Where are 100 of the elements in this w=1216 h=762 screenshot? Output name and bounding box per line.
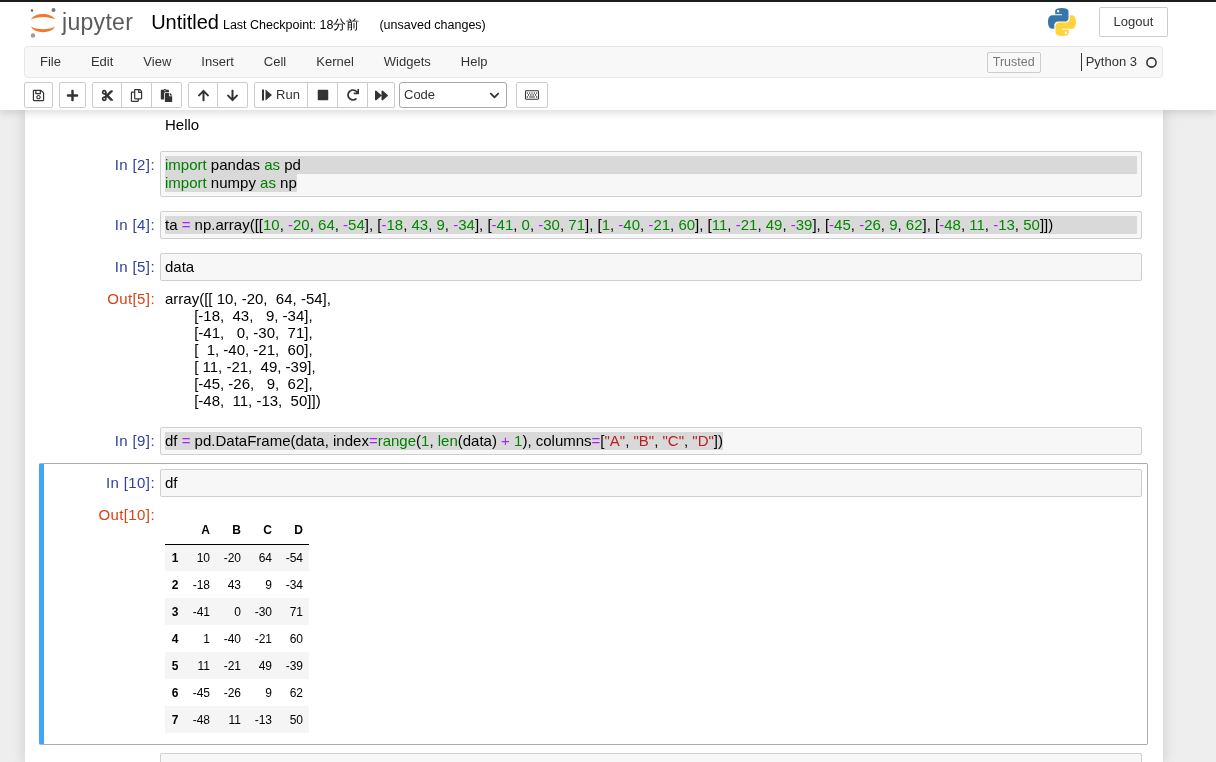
notebook-cell[interactable]: In [10]: df Out[10]: A B C D 1 10 -20 64 -54 2 -18 43 9 -34 3 -41 0 -30 71 4 1 -40 -21 60 5 11 -21 49 -39 6 -45 -26 9 62 7 -48 11 -13 50	[39, 463, 1148, 745]
table-cell: 11	[185, 652, 216, 679]
arrow-up-icon	[196, 88, 210, 102]
table-cell: -20	[216, 544, 247, 571]
notebook-cell[interactable]: In [2]: import pandas as pd import numpy as np	[39, 145, 1148, 203]
cut-button[interactable]	[92, 82, 122, 108]
notebook-cell[interactable]: In [9]: df = pd.DataFrame(data, index=range(1, len(data) + 1), columns=["A", "B", "C", "D"])	[39, 421, 1148, 461]
menu-item[interactable]: Insert	[186, 47, 249, 77]
row-index: 1	[165, 544, 185, 571]
table-cell: -30	[247, 598, 278, 625]
logo-text[interactable]: jupyter	[62, 9, 134, 35]
table-cell: -26	[216, 679, 247, 706]
row-index: 6	[165, 679, 185, 706]
table-cell: 0	[216, 598, 247, 625]
table-cell: -40	[216, 625, 247, 652]
table-cell: -18	[185, 571, 216, 598]
input-prompt: In [9]:	[114, 432, 155, 450]
logo-icon[interactable]	[28, 6, 58, 38]
code-input-field[interactable]: ta = np.array([[10, -20, 64, -54], [-18, 43, 9, -34], [-41, 0, -30, 71], [1, -40, -21, 60], [11, -21, 49, -39], [-45, -26, 9, 62], [-48, 11, -13, 50]])	[160, 211, 1142, 239]
output-text: array([[ 10, -20, 64, -54], [-18, 43, 9, -34], [-41, 0, -30, 71], [ 1, -40, -21, 60], [ 11, -21, 49, -39], [-45, -26, 9, 62], [-48, 11, -13, 50]])	[165, 290, 331, 409]
notebook-cell[interactable]: In [5]: data Out[5]: array([[ 10, -20, 64, -54], [-18, 43, 9, -34], [-41, 0, -30, 71], [ 1, -40, -21, 60], [ 11, -21, 49, -39], [-45, -26, 9, 62], [-48, 11, -13, 50]])	[39, 247, 1148, 419]
checkpoint-status: Last Checkpoint: 18分前	[222, 16, 360, 34]
input-prompt: In [10]:	[105, 474, 155, 492]
code-input-field[interactable]: df = pd.DataFrame(data, index=range(1, len(data) + 1), columns=["A", "B", "C", "D"])	[160, 427, 1142, 455]
table-cell: 10	[185, 544, 216, 571]
code-line: data	[165, 258, 195, 276]
row-index: 5	[165, 652, 185, 679]
menu-item[interactable]: Edit	[75, 47, 129, 77]
trusted-indicator[interactable]: Trusted	[986, 51, 1041, 73]
input-prompt: In [4]:	[114, 216, 155, 234]
row-index: 4	[165, 625, 185, 652]
save-button[interactable]	[24, 82, 53, 108]
row-index: 7	[165, 706, 185, 733]
menu-item[interactable]: Kernel	[301, 47, 369, 77]
code-input-field[interactable]: df	[160, 469, 1142, 497]
notebook-title[interactable]: Untitled	[151, 9, 219, 34]
notebook-cell[interactable]: Hello	[39, 110, 1148, 143]
output-prompt: Out[10]:	[98, 506, 155, 525]
table-cell: -34	[278, 571, 309, 598]
insert-cell-button[interactable]	[59, 82, 86, 108]
menu-item[interactable]: Widgets	[368, 47, 446, 77]
table-cell: -21	[247, 625, 278, 652]
table-cell: -41	[185, 598, 216, 625]
scissors-icon	[100, 88, 114, 102]
paste-button[interactable]	[151, 82, 182, 108]
row-index: 3	[165, 598, 185, 625]
table-cell: 9	[247, 571, 278, 598]
table-cell: -39	[278, 652, 309, 679]
run-button[interactable]: Run	[254, 82, 308, 108]
table-cell: -13	[247, 706, 278, 733]
plus-icon	[66, 88, 79, 102]
menu-item[interactable]: View	[128, 47, 187, 77]
row-index: 2	[165, 571, 185, 598]
code-input-field[interactable]	[160, 753, 1142, 762]
table-cell: -54	[278, 544, 309, 571]
menu-item[interactable]: Help	[445, 47, 503, 77]
table-cell: -48	[185, 706, 216, 733]
arrow-down-icon	[226, 88, 239, 102]
keyboard-button[interactable]	[516, 82, 548, 108]
cell-type-select[interactable]: Code	[399, 82, 507, 108]
copy-button[interactable]	[121, 82, 152, 108]
code-input-field[interactable]: import pandas as pd import numpy as np	[160, 151, 1142, 197]
table-cell: 11	[216, 706, 247, 733]
code-input-field[interactable]: data	[160, 253, 1142, 281]
table-cell: 60	[278, 625, 309, 652]
input-prompt: In [5]:	[114, 258, 155, 276]
table-cell: 9	[247, 679, 278, 706]
column-header: C	[247, 517, 278, 544]
move-up-button[interactable]	[188, 82, 218, 108]
kernel-name: Python 3	[1080, 53, 1137, 71]
table-cell: 43	[216, 571, 247, 598]
table-cell: 49	[247, 652, 278, 679]
notebook-cell[interactable]: In [4]: ta = np.array([[10, -20, 64, -54], [-18, 43, 9, -34], [-41, 0, -30, 71], [1, -40, -21, 60], [11, -21, 49, -39], [-45, -26, 9, 62], [-48, 11, -13, 50]])	[39, 205, 1148, 245]
logo-icon	[1048, 8, 1076, 36]
clipboard-icon	[160, 88, 173, 102]
fast-forward-icon	[374, 88, 388, 102]
menu-item[interactable]: File	[25, 47, 76, 77]
restart-button[interactable]	[337, 82, 368, 108]
menu-item[interactable]: Cell	[248, 47, 302, 77]
table-cell: 1	[185, 625, 216, 652]
copy-icon	[130, 88, 143, 102]
logout-button[interactable]: Logout	[1099, 7, 1168, 37]
code-line: df	[165, 474, 178, 492]
table-cell: -45	[185, 679, 216, 706]
output-prompt: Out[5]:	[107, 290, 155, 309]
move-down-button[interactable]	[217, 82, 248, 108]
input-prompt: In [2]:	[114, 156, 155, 174]
stop-button[interactable]	[307, 82, 338, 108]
column-header: B	[216, 517, 247, 544]
table-cell: 50	[278, 706, 309, 733]
column-header: A	[185, 517, 216, 544]
output-text: Hello	[165, 116, 200, 133]
step-forward-icon	[262, 89, 273, 101]
circular-arrow-icon	[346, 89, 359, 101]
table-cell: 64	[247, 544, 278, 571]
save-status: (unsaved changes)	[379, 16, 486, 34]
table-cell: 62	[278, 679, 309, 706]
keyboard-icon	[525, 88, 539, 102]
table-cell: -21	[216, 652, 247, 679]
run-all-button[interactable]	[367, 82, 395, 108]
